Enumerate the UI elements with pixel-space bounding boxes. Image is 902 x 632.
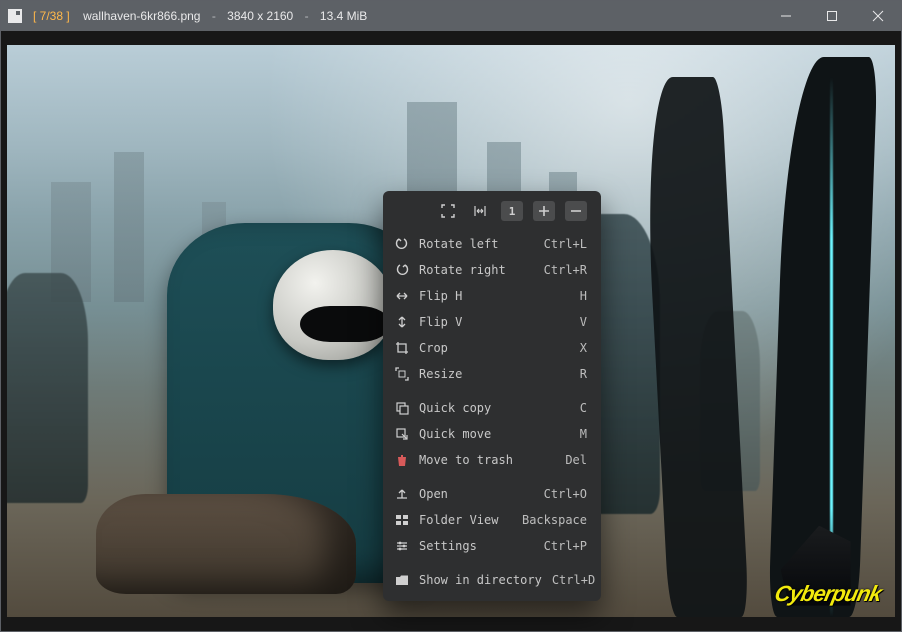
menu-label: Flip H: [419, 289, 570, 303]
menu-label: Resize: [419, 367, 570, 381]
menu-move-to-trash[interactable]: Move to trash Del: [383, 447, 601, 473]
context-toolbar: 1: [383, 201, 601, 231]
menu-label: Folder View: [419, 513, 512, 527]
flip-h-icon: [395, 289, 409, 303]
menu-shortcut: Del: [565, 453, 587, 467]
plus-icon: [537, 204, 551, 218]
menu-show-in-directory[interactable]: Show in directory Ctrl+D: [383, 567, 601, 593]
show-dir-icon: [395, 573, 409, 587]
menu-shortcut: V: [580, 315, 587, 329]
fit-width-icon: [473, 204, 487, 218]
title-index: [ 7/38 ]: [33, 9, 70, 23]
menu-rotate-right[interactable]: Rotate right Ctrl+R: [383, 257, 601, 283]
menu-shortcut: Ctrl+L: [544, 237, 587, 251]
settings-icon: [395, 539, 409, 553]
menu-flip-h[interactable]: Flip H H: [383, 283, 601, 309]
menu-label: Show in directory: [419, 573, 542, 587]
context-menu: 1 Rotate left Ctrl+L Rotate right Ctrl+R Fli…: [383, 191, 601, 601]
menu-shortcut: Ctrl+D: [552, 573, 595, 587]
rotate-left-icon: [395, 237, 409, 251]
menu-quick-copy[interactable]: Quick copy C: [383, 395, 601, 421]
menu-label: Flip V: [419, 315, 570, 329]
menu-shortcut: C: [580, 401, 587, 415]
menu-shortcut: M: [580, 427, 587, 441]
minimize-button[interactable]: [763, 1, 809, 31]
menu-shortcut: Ctrl+O: [544, 487, 587, 501]
menu-label: Move to trash: [419, 453, 555, 467]
menu-settings[interactable]: Settings Ctrl+P: [383, 533, 601, 559]
fit-width-button[interactable]: [469, 201, 491, 221]
titlebar: [ 7/38 ] wallhaven-6kr866.png - 3840 x 2…: [1, 1, 901, 31]
menu-folder-view[interactable]: Folder View Backspace: [383, 507, 601, 533]
rotate-right-icon: [395, 263, 409, 277]
open-icon: [395, 487, 409, 501]
menu-label: Quick copy: [419, 401, 570, 415]
menu-resize[interactable]: Resize R: [383, 361, 601, 387]
move-icon: [395, 427, 409, 441]
crop-icon: [395, 341, 409, 355]
flip-v-icon: [395, 315, 409, 329]
minus-icon: [569, 204, 583, 218]
image-viewport[interactable]: Cyberpunk 1 Rotate l: [1, 31, 901, 631]
resize-icon: [395, 367, 409, 381]
scale-label: 1: [509, 205, 516, 218]
copy-icon: [395, 401, 409, 415]
close-button[interactable]: [855, 1, 901, 31]
menu-shortcut: Backspace: [522, 513, 587, 527]
menu-shortcut: Ctrl+P: [544, 539, 587, 553]
menu-label: Rotate right: [419, 263, 534, 277]
menu-shortcut: H: [580, 289, 587, 303]
trash-icon: [395, 453, 409, 467]
menu-shortcut: Ctrl+R: [544, 263, 587, 277]
title-dimensions: 3840 x 2160: [227, 9, 293, 23]
title-size: 13.4 MiB: [320, 9, 367, 23]
maximize-button[interactable]: [809, 1, 855, 31]
app-icon: [1, 1, 29, 31]
menu-shortcut: X: [580, 341, 587, 355]
zoom-in-button[interactable]: [533, 201, 555, 221]
fit-to-screen-button[interactable]: [437, 201, 459, 221]
menu-label: Crop: [419, 341, 570, 355]
title-text: [ 7/38 ] wallhaven-6kr866.png - 3840 x 2…: [29, 9, 367, 23]
menu-flip-v[interactable]: Flip V V: [383, 309, 601, 335]
menu-shortcut: R: [580, 367, 587, 381]
menu-rotate-left[interactable]: Rotate left Ctrl+L: [383, 231, 601, 257]
menu-crop[interactable]: Crop X: [383, 335, 601, 361]
menu-quick-move[interactable]: Quick move M: [383, 421, 601, 447]
zoom-out-button[interactable]: [565, 201, 587, 221]
menu-label: Quick move: [419, 427, 570, 441]
title-sep1: -: [204, 9, 224, 23]
folder-view-icon: [395, 513, 409, 527]
fit-icon: [441, 204, 455, 218]
title-filename: wallhaven-6kr866.png: [83, 9, 200, 23]
menu-label: Open: [419, 487, 534, 501]
menu-open[interactable]: Open Ctrl+O: [383, 481, 601, 507]
app-window: [ 7/38 ] wallhaven-6kr866.png - 3840 x 2…: [0, 0, 902, 632]
game-logo: Cyberpunk: [772, 581, 883, 607]
title-sep2: -: [297, 9, 317, 23]
menu-label: Rotate left: [419, 237, 534, 251]
menu-label: Settings: [419, 539, 534, 553]
scale-100-button[interactable]: 1: [501, 201, 523, 221]
